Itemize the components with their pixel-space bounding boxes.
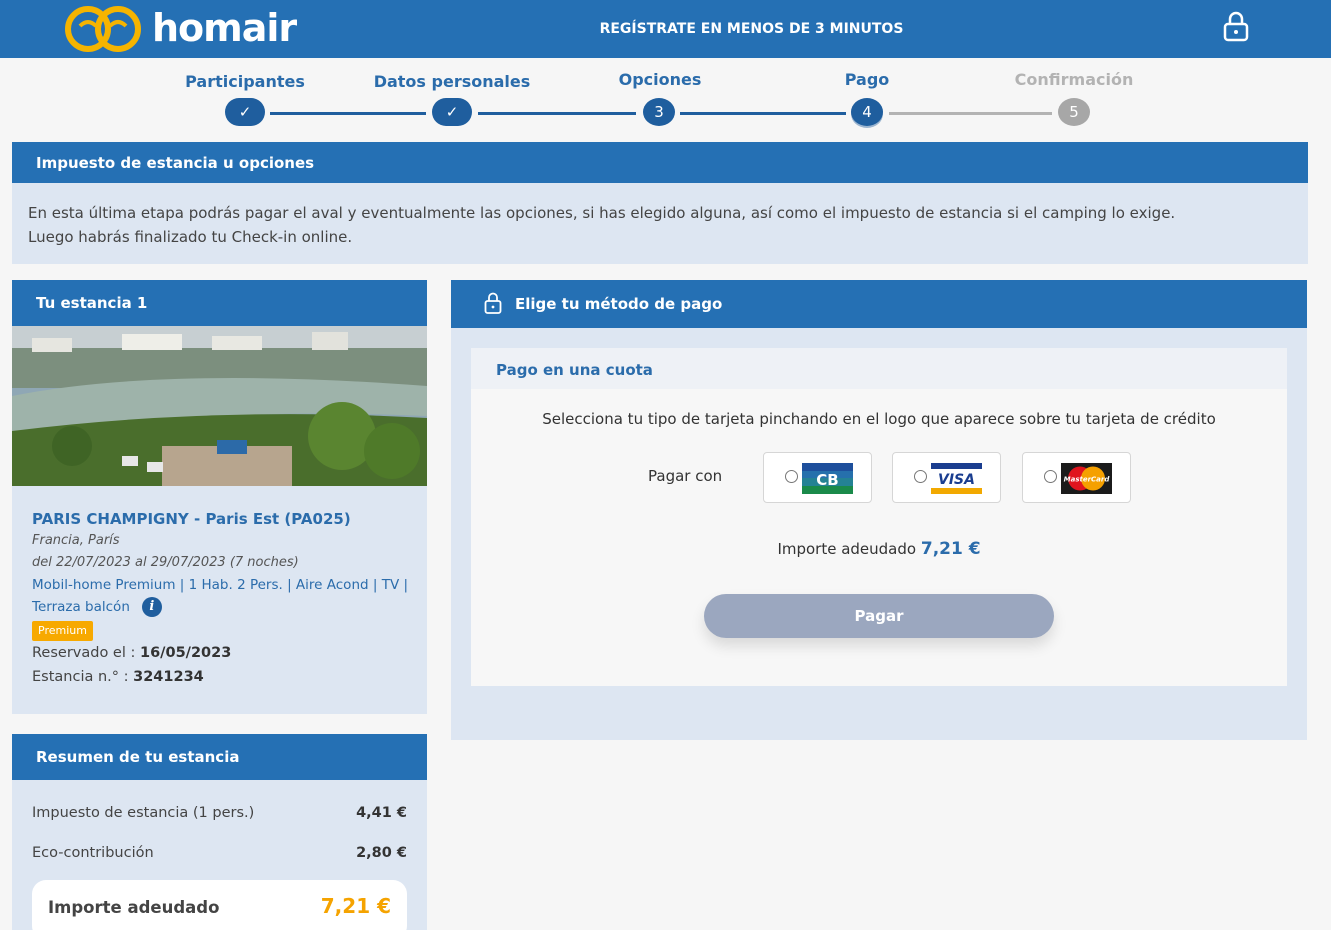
summary-total: Importe adeudado 7,21 € [32,880,407,930]
reserved-label: Reservado el : [32,645,140,661]
card-instruction: Selecciona tu tipo de tarjeta pinchando … [542,410,1216,428]
visa-card-icon[interactable]: VISA [931,463,982,494]
payment-method-title: Elige tu método de pago [451,280,1307,328]
lock-icon [484,292,502,314]
homair-logo-icon[interactable] [64,4,142,54]
campsite-photo [12,326,427,486]
info-icon[interactable]: i [141,597,162,617]
summary-row-label: Impuesto de estancia (1 pers.) [32,805,255,821]
step-number-5: 5 [1058,98,1090,126]
amount-due-label: Importe adeudado [777,540,921,558]
pay-with-label: Pagar con [648,467,723,485]
summary-total-amount: 7,21 € [320,894,391,918]
summary-card-title: Resumen de tu estancia [12,734,427,780]
cb-radio[interactable] [785,470,798,483]
summary-row-amount: 2,80 € [356,845,407,861]
accommodation-type: Mobil-home Premium | 1 Hab. 2 Pers. | Ai… [32,574,412,618]
stay-number-label: Estancia n.° : [32,669,134,685]
amount-due-value: 7,21 € [920,539,981,559]
stay-card-title: Tu estancia 1 [12,280,427,326]
campsite-name[interactable]: PARIS CHAMPIGNY - Paris Est (PA025) [32,508,427,530]
step-label-participantes[interactable]: Participantes [155,72,335,92]
mastercard-card-text: MasterCard [1064,476,1111,484]
stay-number-line: Estancia n.° : 3241234 [32,665,427,689]
step-number-3[interactable]: 3 [643,98,675,126]
pay-button[interactable]: Pagar [704,594,1054,638]
banner-title: Impuesto de estancia u opciones [12,142,1308,183]
reserved-date: 16/05/2023 [140,645,232,661]
top-header: homair REGÍSTRATE EN MENOS DE 3 MINUTOS [0,0,1331,58]
step-label-opciones[interactable]: Opciones [570,70,750,90]
card-option-mastercard[interactable]: MasterCard [1022,452,1131,503]
accommodation-text: Mobil-home Premium | 1 Hab. 2 Pers. | Ai… [32,577,409,615]
visa-card-text: VISA [938,472,975,488]
step-check-icon[interactable]: ✓ [432,98,472,126]
step-connector [478,112,636,115]
card-option-cb[interactable]: CB [763,452,872,503]
stay-number: 3241234 [133,669,204,685]
checkin-stepper: Participantes Datos personales Opciones … [0,58,1331,142]
summary-row-label: Eco-contribución [32,845,154,861]
stay-details: PARIS CHAMPIGNY - Paris Est (PA025) Fran… [12,486,427,714]
mastercard-radio[interactable] [1044,470,1057,483]
step-label-datos-personales[interactable]: Datos personales [362,72,542,92]
reserved-date-line: Reservado el : 16/05/2023 [32,641,427,665]
banner-body: En esta última etapa podrás pagar el ava… [12,183,1308,264]
summary-details: Impuesto de estancia (1 pers.) 4,41 € Ec… [12,780,427,930]
card-option-visa[interactable]: VISA [892,452,1001,503]
campsite-location: Francia, París [32,533,120,548]
cb-card-text: CB [816,471,838,489]
step-check-icon[interactable]: ✓ [225,98,265,126]
step-connector [270,112,426,115]
summary-row-amount: 4,41 € [356,805,407,821]
premium-badge: Premium [32,621,93,641]
header-tagline: REGÍSTRATE EN MENOS DE 3 MINUTOS [599,21,904,37]
mastercard-card-icon[interactable]: MasterCard [1061,463,1112,494]
summary-row-eco: Eco-contribución 2,80 € [32,843,407,863]
step-connector [889,112,1052,115]
single-payment-title: Pago en una cuota [471,348,1287,389]
stay-dates: del 22/07/2023 al 29/07/2023 (7 noches) [32,555,299,570]
summary-row-tax: Impuesto de estancia (1 pers.) 4,41 € [32,803,407,823]
lock-icon[interactable] [1222,10,1250,42]
step-label-pago: Pago [844,70,890,89]
summary-total-label: Importe adeudado [48,898,220,917]
brand-name[interactable]: homair [152,6,297,50]
payment-form: Selecciona tu tipo de tarjeta pinchando … [471,389,1287,686]
step-label-confirmacion: Confirmación [1014,70,1134,89]
visa-radio[interactable] [914,470,927,483]
step-number-4: 4 [851,98,883,126]
step-connector [680,112,846,115]
cb-card-icon[interactable]: CB [802,463,853,494]
amount-due-line: Importe adeudado 7,21 € [471,539,1287,559]
banner-text-line2: Luego habrás finalizado tu Check-in onli… [28,228,353,246]
banner-text-line1: En esta última etapa podrás pagar el ava… [28,204,1176,222]
